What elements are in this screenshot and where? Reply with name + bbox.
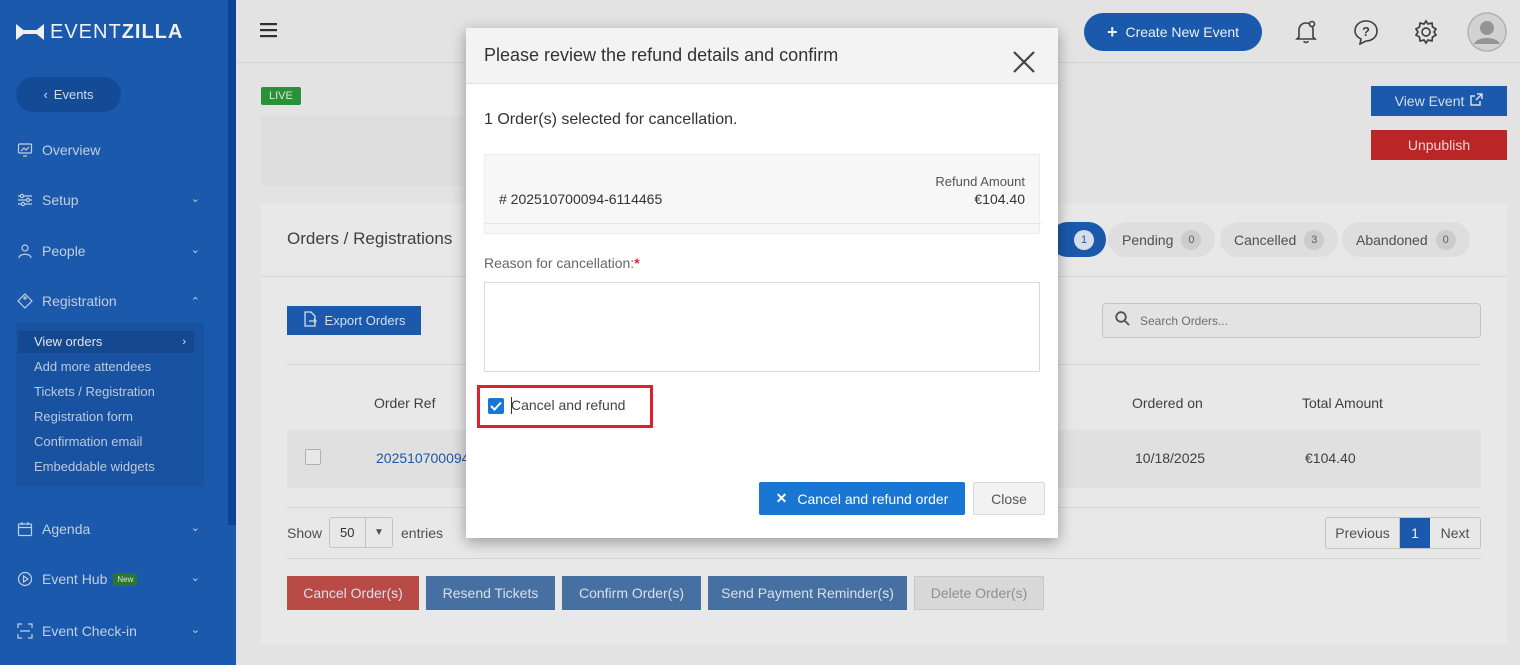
- cancel-and-refund-label[interactable]: Cancel and refund: [511, 397, 625, 413]
- refund-amount-label: Refund Amount: [935, 174, 1025, 189]
- refund-order-summary: # 202510700094-6114465 Refund Amount €10…: [484, 154, 1041, 234]
- refund-amount-value: €104.40: [974, 191, 1025, 207]
- refund-confirmation-dialog: Please review the refund details and con…: [466, 28, 1058, 538]
- cancellation-reason-textarea[interactable]: [484, 282, 1040, 372]
- divider: [485, 223, 1041, 224]
- cancel-and-refund-order-label: Cancel and refund order: [797, 490, 949, 507]
- order-id: # 202510700094-6114465: [499, 191, 663, 207]
- text-cursor: [511, 397, 512, 414]
- selected-orders-text: 1 Order(s) selected for cancellation.: [484, 111, 738, 128]
- cancel-and-refund-order-button[interactable]: ✕ Cancel and refund order: [759, 482, 965, 515]
- required-asterisk: *: [634, 255, 640, 271]
- close-x-icon: ✕: [775, 490, 788, 506]
- dialog-title: Please review the refund details and con…: [484, 45, 839, 65]
- reason-label: Reason for cancellation:*: [484, 255, 640, 271]
- dialog-header: Please review the refund details and con…: [466, 28, 1058, 84]
- close-icon[interactable]: [1012, 50, 1036, 74]
- cancel-and-refund-checkbox[interactable]: [488, 398, 504, 414]
- close-button[interactable]: Close: [973, 482, 1045, 515]
- reason-label-text: Reason for cancellation:: [484, 255, 635, 271]
